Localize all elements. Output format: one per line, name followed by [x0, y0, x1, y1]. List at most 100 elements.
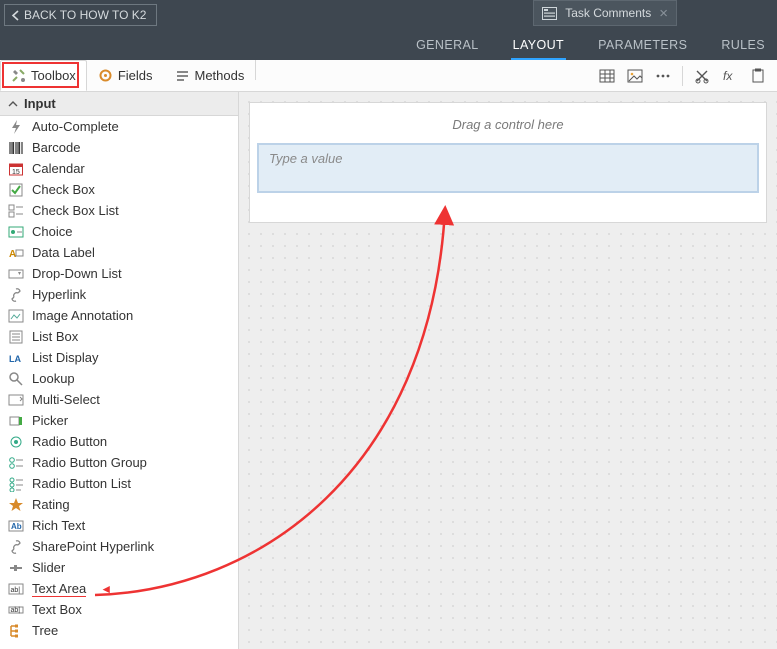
toolbox-item-tree[interactable]: Tree [0, 620, 238, 641]
left-panel-tabs: Toolbox Fields Methods [0, 60, 255, 91]
tools-icon [11, 68, 26, 83]
toolbox-item-label: Radio Button Group [32, 455, 147, 470]
tab-toolbox[interactable]: Toolbox [0, 60, 87, 91]
layout-toolbar: fx [588, 60, 777, 91]
cut-icon[interactable] [693, 67, 711, 85]
toolbox-item-check-box-list[interactable]: Check Box List [0, 200, 238, 221]
toolbox-item-text-box[interactable]: ab|Text Box [0, 599, 238, 620]
multiselect-icon [8, 392, 24, 408]
toolbox-item-label: Text Area [32, 581, 86, 597]
radiogroup-icon [8, 455, 24, 471]
svg-text:fx: fx [723, 69, 733, 83]
star-icon [8, 497, 24, 513]
back-button[interactable]: BACK TO HOW TO K2 [4, 4, 157, 26]
paste-icon[interactable] [749, 67, 767, 85]
expression-icon[interactable]: fx [721, 67, 739, 85]
toolbox-item-sharepoint-hyperlink[interactable]: SharePoint Hyperlink [0, 536, 238, 557]
toolbox-item-image-annotation[interactable]: Image Annotation [0, 305, 238, 326]
toolbox-item-picker[interactable]: Picker [0, 410, 238, 431]
nav-layout[interactable]: LAYOUT [511, 32, 567, 60]
link-icon [8, 287, 24, 303]
toolbox-item-label: Hyperlink [32, 287, 86, 302]
richtext-icon: Ab [8, 518, 24, 534]
toolbox-item-calendar[interactable]: 15 Calendar [0, 158, 238, 179]
tab-fields-label: Fields [118, 68, 153, 83]
toolbox-item-slider[interactable]: Slider [0, 557, 238, 578]
insert-image-icon[interactable] [626, 67, 644, 85]
drop-hint: Drag a control here [258, 113, 758, 144]
toolbox-item-multi-select[interactable]: Multi-Select [0, 389, 238, 410]
tab-toolbox-label: Toolbox [31, 68, 76, 83]
svg-text:15: 15 [12, 169, 20, 176]
category-input-header[interactable]: Input [0, 92, 238, 116]
designer-tab-chip[interactable]: Task Comments × [533, 0, 677, 26]
toolbox-item-label: Tree [32, 623, 58, 638]
toolbox-item-radio-button[interactable]: Radio Button [0, 431, 238, 452]
toolbox-item-auto-complete[interactable]: Auto-Complete [0, 116, 238, 137]
toolbox-item-rich-text[interactable]: Ab Rich Text [0, 515, 238, 536]
toolbox-item-radio-button-list[interactable]: Radio Button List [0, 473, 238, 494]
app-header: BACK TO HOW TO K2 Task Comments × GENERA… [0, 0, 777, 60]
slider-icon [8, 560, 24, 576]
toolbar-separator [682, 66, 683, 86]
category-label: Input [24, 96, 56, 111]
choice-icon [8, 224, 24, 240]
form-icon [542, 7, 557, 20]
toolbox-item-label: List Box [32, 329, 78, 344]
more-icon[interactable] [654, 67, 672, 85]
checkboxlist-icon [8, 203, 24, 219]
tab-fields[interactable]: Fields [87, 60, 164, 91]
radiolist-icon [8, 476, 24, 492]
design-canvas[interactable]: Drag a control here Type a value [239, 92, 777, 649]
insert-table-icon[interactable] [598, 67, 616, 85]
toolbox-item-list-display[interactable]: LA List Display [0, 347, 238, 368]
nav-general[interactable]: GENERAL [414, 32, 481, 60]
toolbox-item-label: List Display [32, 350, 98, 365]
toolbox-item-label: Drop-Down List [32, 266, 122, 281]
toolbox-item-label: Lookup [32, 371, 75, 386]
listbox-icon [8, 329, 24, 345]
toolbox-item-list[interactable]: Auto-Complete Barcode 15 Calendar Check Box C… [0, 116, 238, 649]
toolbox-item-label: Check Box [32, 182, 95, 197]
datalabel-icon: A [8, 245, 24, 261]
toolbox-item-label: Rich Text [32, 518, 85, 533]
toolbox-item-radio-button-group[interactable]: Radio Button Group [0, 452, 238, 473]
toolbox-item-label: Calendar [32, 161, 85, 176]
dropdown-icon [8, 266, 24, 282]
toolbox-item-check-box[interactable]: Check Box [0, 179, 238, 200]
svg-text:LA: LA [9, 354, 21, 364]
toolbox-item-hyperlink[interactable]: Hyperlink [0, 284, 238, 305]
secondary-toolbar: Toolbox Fields Methods fx [0, 60, 777, 92]
fields-icon [98, 68, 113, 83]
search-icon [8, 371, 24, 387]
back-label: BACK TO HOW TO K2 [24, 8, 146, 22]
main-area: Input Auto-Complete Barcode 15 Calendar Chec… [0, 92, 777, 649]
picker-icon [8, 413, 24, 429]
toolbox-item-barcode[interactable]: Barcode [0, 137, 238, 158]
toolbox-item-data-label[interactable]: A Data Label [0, 242, 238, 263]
tab-methods[interactable]: Methods [164, 60, 256, 91]
top-nav: GENERAL LAYOUT PARAMETERS RULES [414, 32, 767, 60]
toolbox-item-lookup[interactable]: Lookup [0, 368, 238, 389]
toolbox-item-list-box[interactable]: List Box [0, 326, 238, 347]
checkbox-icon [8, 182, 24, 198]
toolbox-item-choice[interactable]: Choice [0, 221, 238, 242]
toolbox-item-text-area[interactable]: ab|Text Area◄ [0, 578, 238, 599]
svg-text:ab|: ab| [11, 587, 21, 594]
nav-rules[interactable]: RULES [719, 32, 767, 60]
toolbox-item-rating[interactable]: Rating [0, 494, 238, 515]
close-icon[interactable]: × [659, 5, 668, 22]
toolbox-item-drop-down-list[interactable]: Drop-Down List [0, 263, 238, 284]
nav-parameters[interactable]: PARAMETERS [596, 32, 689, 60]
textarea-placeholder: Type a value [269, 151, 342, 166]
toolbox-item-label: Data Label [32, 245, 95, 260]
textbox-icon: ab| [8, 602, 24, 618]
svg-text:A: A [9, 249, 16, 260]
textarea-control[interactable]: Type a value [258, 144, 758, 192]
svg-text:ab|: ab| [11, 607, 21, 614]
tab-methods-label: Methods [195, 68, 245, 83]
svg-text:Ab: Ab [11, 522, 22, 531]
toolbox-item-label: Slider [32, 560, 65, 575]
toolbox-item-label: Barcode [32, 140, 80, 155]
form-surface[interactable]: Drag a control here Type a value [249, 102, 767, 223]
